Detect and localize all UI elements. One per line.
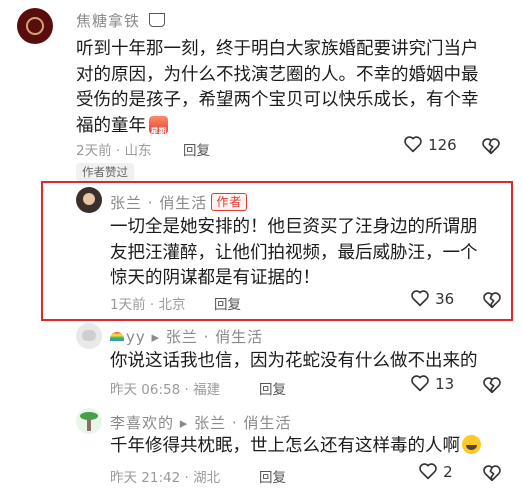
heart-icon <box>411 290 429 307</box>
comment-line: 对的原因，为什么不找演艺圈的人。不幸的婚姻中最 <box>76 64 479 85</box>
avatar[interactable] <box>76 323 102 349</box>
comment-line: 一切全是她安排的！他巨资买了汪身边的所谓朋 <box>110 217 478 237</box>
username-text[interactable]: 张兰 · 俏生活 <box>110 194 207 212</box>
comment-body: 你说这话我也信，因为花蛇没有什么做不出来的 <box>110 351 478 371</box>
comment-line: 友把汪灌醉，让他们拍视频，最后威胁汪，一个 <box>110 242 478 263</box>
comment-username[interactable]: 李喜欢的 ▸ 张兰 · 俏生活 <box>110 412 291 433</box>
like-button[interactable]: 2 <box>418 462 453 481</box>
comment-username[interactable]: 张兰 · 俏生活 作者 <box>110 192 248 213</box>
author-tag-badge: 作者 <box>211 193 248 211</box>
broken-heart-icon[interactable] <box>482 291 502 309</box>
author-liked-chip: 作者赞过 <box>76 163 134 181</box>
like-count: 13 <box>435 375 455 393</box>
reply-button[interactable]: 回复 <box>183 139 210 159</box>
username-text[interactable]: 焦糖拿铁 <box>76 12 140 30</box>
reply-button[interactable]: 回复 <box>214 293 241 313</box>
sticker-emoji-icon: 星期 <box>149 115 168 136</box>
heart-icon <box>404 136 422 153</box>
comment-username[interactable]: 焦糖拿铁 <box>76 10 165 31</box>
avatar[interactable] <box>17 8 53 44</box>
like-button[interactable]: 13 <box>410 374 454 393</box>
comment-time-location: 1天前 · 北京 <box>110 297 186 313</box>
like-count: 2 <box>443 463 453 481</box>
like-button[interactable]: 126 <box>403 135 457 154</box>
comment-body: 一切全是她安排的！他巨资买了汪身边的所谓朋 友把汪灌醉，让他们拍视频，最后威胁汪… <box>110 215 500 292</box>
comment-body: 千年修得共枕眠，世上怎么还有这样毒的人啊 <box>110 434 481 460</box>
comment-line: 听到十年那一刻，终于明白大家族婚配要讲究门当户 <box>76 39 479 59</box>
comment-line: 受伤的是孩子，希望两个宝贝可以快乐成长，有个幸 <box>76 90 479 110</box>
heart-icon <box>411 375 429 392</box>
laughing-emoji-icon <box>462 435 481 454</box>
username-text[interactable]: yy ▸ 张兰 · 俏生活 <box>126 328 263 346</box>
comment-time-location: 2天前 · 山东 <box>76 143 152 159</box>
comment-time-location: 昨天 21:42 · 湖北 <box>110 470 221 486</box>
comment-username[interactable]: yy ▸ 张兰 · 俏生活 <box>110 326 263 347</box>
like-button[interactable]: 36 <box>410 289 454 308</box>
comment-body: 听到十年那一刻，终于明白大家族婚配要讲究门当户 对的原因，为什么不找演艺圈的人。… <box>76 37 516 139</box>
comment-time-location: 昨天 06:58 · 福建 <box>110 382 221 398</box>
heart-icon <box>419 463 437 480</box>
reply-button[interactable]: 回复 <box>259 378 286 398</box>
like-count: 126 <box>428 136 457 154</box>
rainbow-icon <box>110 332 124 341</box>
broken-heart-icon[interactable] <box>482 376 502 394</box>
avatar[interactable] <box>76 187 102 213</box>
avatar[interactable] <box>76 408 102 434</box>
coffee-cup-icon <box>148 13 165 27</box>
broken-heart-icon[interactable] <box>482 464 502 482</box>
comment-line: 惊天的阴谋都是有证据的！ <box>110 268 320 288</box>
broken-heart-icon[interactable] <box>481 137 501 155</box>
like-count: 36 <box>435 290 455 308</box>
reply-button[interactable]: 回复 <box>259 466 286 486</box>
